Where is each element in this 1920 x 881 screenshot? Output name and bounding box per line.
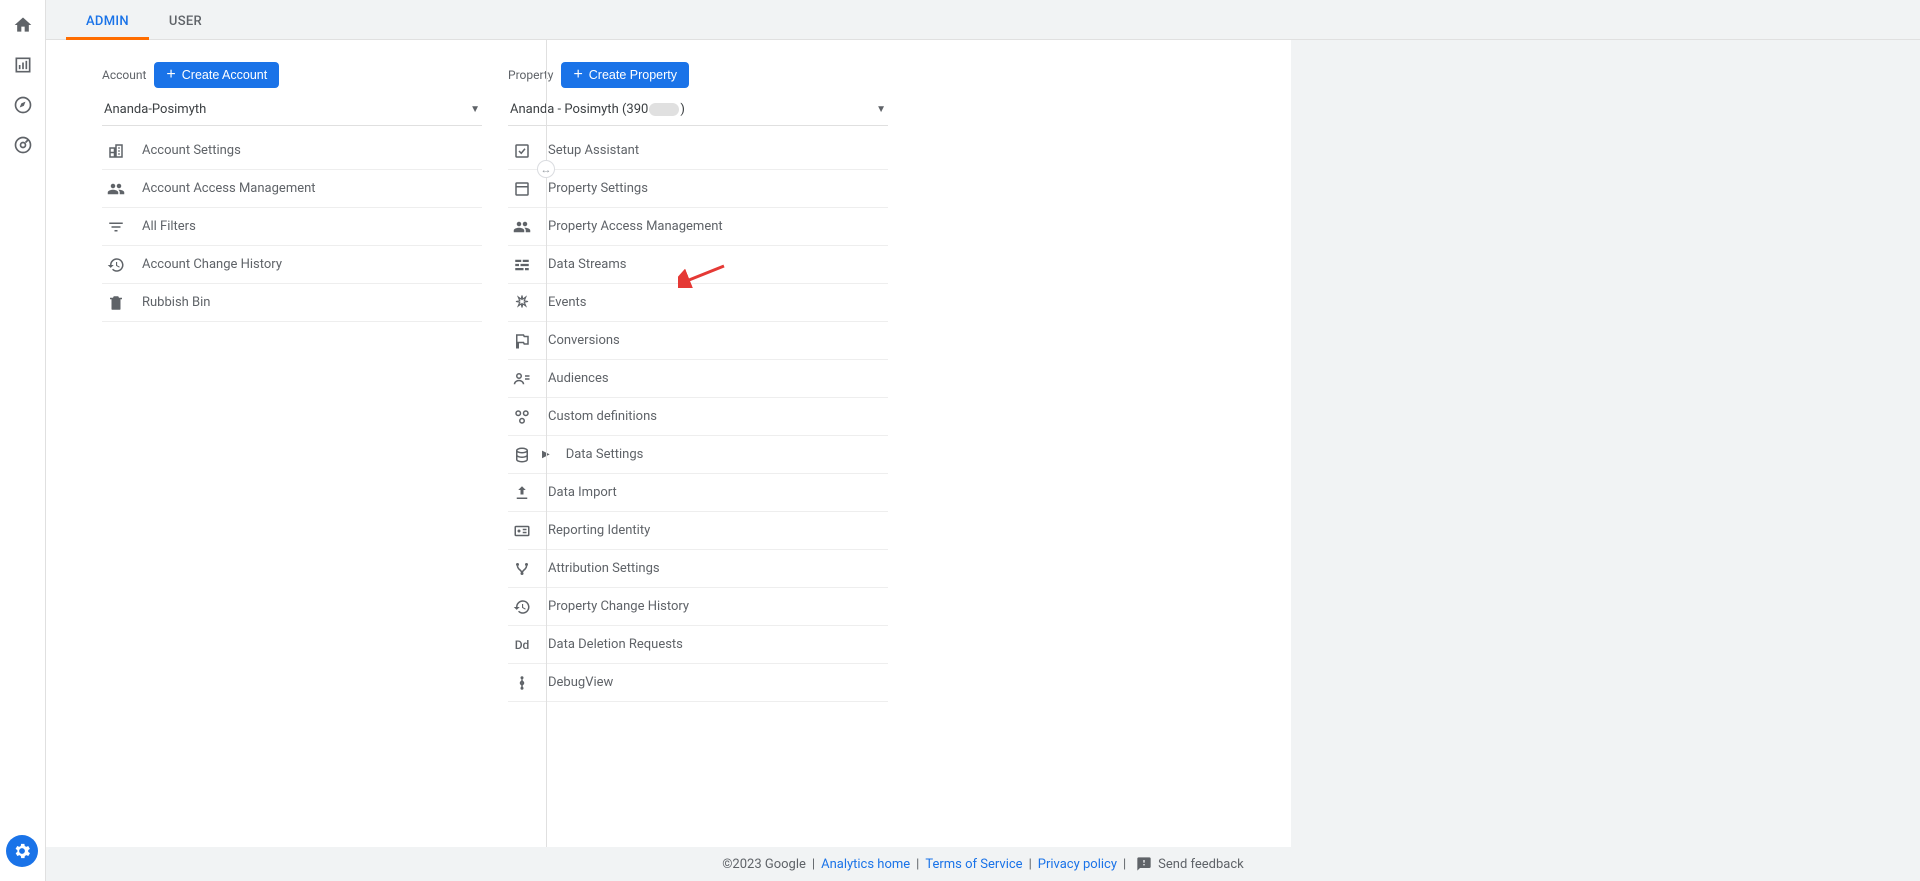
account-selector[interactable]: Ananda-Posimyth ▼ <box>102 96 482 126</box>
admin-tabs: ADMIN USER <box>46 0 1920 40</box>
create-account-button[interactable]: + Create Account <box>154 62 279 88</box>
account-access-item[interactable]: Account Access Management <box>102 170 482 208</box>
account-history-item[interactable]: Account Change History <box>102 246 482 284</box>
audiences-item[interactable]: Audiences <box>508 360 888 398</box>
chevron-down-icon: ▼ <box>470 104 480 115</box>
data-streams-item[interactable]: Data Streams <box>508 246 888 284</box>
data-import-item[interactable]: Data Import <box>508 474 888 512</box>
building-icon <box>106 141 126 161</box>
property-access-item[interactable]: Property Access Management <box>508 208 888 246</box>
footer-link-terms[interactable]: Terms of Service <box>925 857 1022 872</box>
square-icon <box>512 179 532 199</box>
audience-icon <box>512 369 532 389</box>
collapse-knob[interactable]: ↔ <box>537 160 555 178</box>
footer-link-privacy[interactable]: Privacy policy <box>1038 857 1117 872</box>
property-menu: Setup Assistant Property Settings Proper… <box>508 132 888 702</box>
account-settings-item[interactable]: Account Settings <box>102 132 482 170</box>
database-icon <box>512 445 532 465</box>
people-icon <box>106 179 126 199</box>
account-column: Account + Create Account Ananda-Posimyth… <box>102 62 482 881</box>
column-divider: ↔ <box>546 40 547 881</box>
plus-icon: + <box>166 67 175 83</box>
property-settings-item[interactable]: Property Settings <box>508 170 888 208</box>
stream-icon <box>512 255 532 275</box>
custom-definitions-item[interactable]: Custom definitions <box>508 398 888 436</box>
advertising-icon[interactable] <box>12 134 34 156</box>
account-menu: Account Settings Account Access Manageme… <box>102 132 482 322</box>
tab-user[interactable]: USER <box>149 4 222 39</box>
account-section-label: Account <box>102 68 146 82</box>
explore-icon[interactable] <box>12 94 34 116</box>
all-filters-item[interactable]: All Filters <box>102 208 482 246</box>
property-selector[interactable]: Ananda - Posimyth (390) ▼ <box>508 96 888 126</box>
people-icon <box>512 217 532 237</box>
conversions-item[interactable]: Conversions <box>508 322 888 360</box>
property-column: Property + Create Property Ananda - Posi… <box>508 62 888 881</box>
left-nav-rail <box>0 0 46 881</box>
reports-icon[interactable] <box>12 54 34 76</box>
admin-panel: Account + Create Account Ananda-Posimyth… <box>46 40 1291 881</box>
data-settings-item[interactable]: ▶ Data Settings <box>508 436 888 474</box>
chevron-down-icon: ▼ <box>876 104 886 115</box>
filter-icon <box>106 217 126 237</box>
data-deletion-item[interactable]: Dd Data Deletion Requests <box>508 626 888 664</box>
history-icon <box>106 255 126 275</box>
create-property-button[interactable]: + Create Property <box>561 62 689 88</box>
content-area: ADMIN USER Account + Create Account Anan… <box>46 0 1920 881</box>
footer: ©2023 Google | Analytics home | Terms of… <box>46 847 1920 881</box>
events-item[interactable]: Events <box>508 284 888 322</box>
copyright-text: ©2023 Google <box>722 857 806 872</box>
home-icon[interactable] <box>12 14 34 36</box>
feedback-icon <box>1136 856 1152 872</box>
debug-icon <box>512 673 532 693</box>
attribution-icon <box>512 559 532 579</box>
tab-admin[interactable]: ADMIN <box>66 4 149 39</box>
check-square-icon <box>512 141 532 161</box>
property-history-item[interactable]: Property Change History <box>508 588 888 626</box>
reporting-identity-item[interactable]: Reporting Identity <box>508 512 888 550</box>
history-icon <box>512 597 532 617</box>
dd-icon: Dd <box>512 635 532 655</box>
trash-icon <box>106 293 126 313</box>
debugview-item[interactable]: DebugView <box>508 664 888 702</box>
attribution-settings-item[interactable]: Attribution Settings <box>508 550 888 588</box>
redacted-id <box>649 103 679 116</box>
send-feedback-button[interactable]: Send feedback <box>1136 856 1244 872</box>
upload-icon <box>512 483 532 503</box>
plus-icon: + <box>573 67 582 83</box>
event-icon <box>512 293 532 313</box>
admin-gear-button[interactable] <box>6 835 38 867</box>
rubbish-bin-item[interactable]: Rubbish Bin <box>102 284 482 322</box>
footer-link-analytics-home[interactable]: Analytics home <box>821 857 910 872</box>
flag-icon <box>512 331 532 351</box>
setup-assistant-item[interactable]: Setup Assistant <box>508 132 888 170</box>
custom-def-icon <box>512 407 532 427</box>
identity-icon <box>512 521 532 541</box>
